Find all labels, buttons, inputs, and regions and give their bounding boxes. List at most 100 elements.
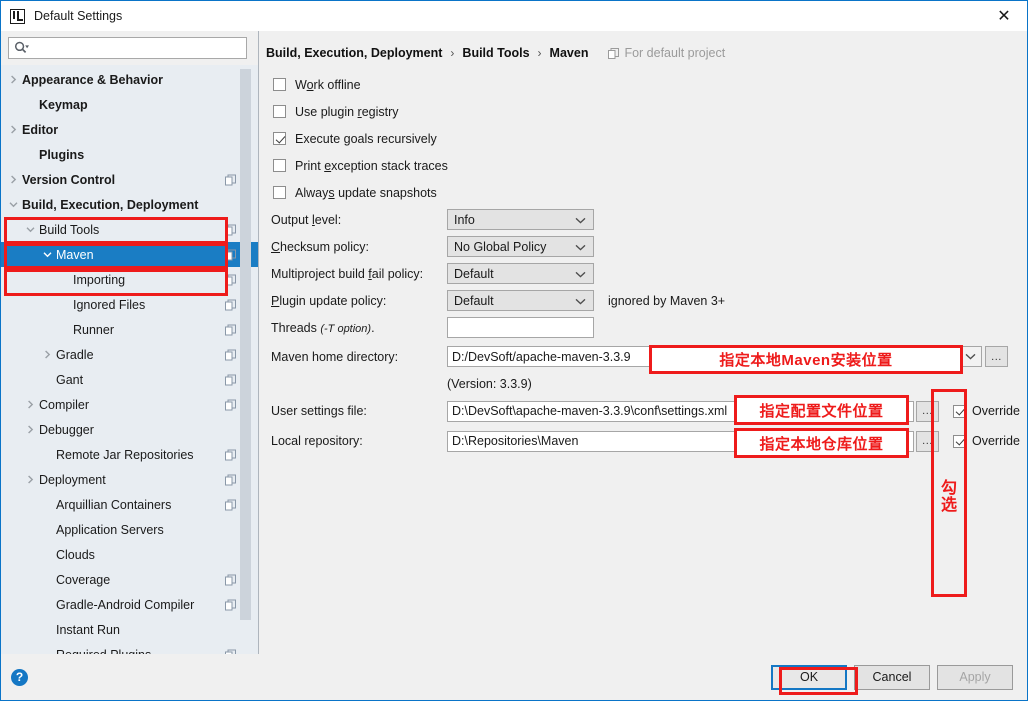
checkbox-row[interactable]: Always update snapshots (265, 179, 1027, 206)
copy-badge-icon (225, 449, 236, 460)
checkbox-always-update-snapshots[interactable] (273, 186, 286, 199)
checkbox-row[interactable]: Execute goals recursively (265, 125, 1027, 152)
chevron-down-icon (575, 217, 586, 224)
checkbox-print-exception-stack-traces[interactable] (273, 159, 286, 172)
sidebar-item-importing[interactable]: Importing (1, 267, 258, 292)
combo-value: Default (454, 266, 494, 281)
local-repository-override-label: Override (972, 434, 1020, 448)
sidebar-item-label: Gradle (56, 347, 94, 362)
sidebar-item-label: Editor (22, 122, 59, 137)
combo-multiproject-build-fail-policy[interactable]: Default (447, 263, 594, 284)
sidebar-item-build-execution-deployment[interactable]: Build, Execution, Deployment (1, 192, 258, 217)
copy-badge-icon (225, 499, 236, 510)
copy-badge-icon (225, 224, 236, 235)
sidebar-item-label: Clouds (56, 547, 95, 562)
chevron-right-icon (22, 425, 39, 434)
sidebar-item-ignored-files[interactable]: Ignored Files (1, 292, 258, 317)
sidebar-item-debugger[interactable]: Debugger (1, 417, 258, 442)
sidebar-item-build-tools[interactable]: Build Tools (1, 217, 258, 242)
sidebar-item-clouds[interactable]: Clouds (1, 542, 258, 567)
maven-home-browse-button[interactable]: ... (985, 346, 1008, 367)
chevron-down-icon (575, 240, 586, 254)
sidebar-scrollbar-thumb[interactable] (240, 69, 251, 620)
sidebar-item-gradle[interactable]: Gradle (1, 342, 258, 367)
annotation-check-line-1: 勾 (940, 480, 957, 497)
sidebar-item-label: Maven (56, 247, 94, 262)
chevron-right-icon (5, 125, 22, 134)
copy-badge-icon (225, 349, 236, 360)
sidebar-item-version-control[interactable]: Version Control (1, 167, 258, 192)
sidebar-item-appearance-behavior[interactable]: Appearance & Behavior (1, 67, 258, 92)
settings-sidebar: Appearance & Behavior Keymap Editor Plugins… (1, 31, 259, 654)
copy-badge-icon (225, 274, 236, 285)
user-settings-file-label: User settings file: (271, 404, 367, 418)
sidebar-item-remote-jar-repositories[interactable]: Remote Jar Repositories (1, 442, 258, 467)
combo-plugin-update-policy[interactable]: Default (447, 290, 594, 311)
sidebar-item-required-plugins[interactable]: Required Plugins (1, 642, 258, 654)
sidebar-item-label: Coverage (56, 572, 111, 587)
user-settings-file-row: User settings file: D:\DevSoft\apache-ma… (265, 396, 1027, 426)
copy-badge-icon (225, 174, 236, 185)
copy-badge-icon (225, 324, 236, 335)
copy-badge-icon (225, 274, 236, 285)
sidebar-item-label: Version Control (22, 172, 116, 187)
checkbox-row[interactable]: Print exception stack traces (265, 152, 1027, 179)
breadcrumb-item-0: Build, Execution, Deployment (266, 46, 443, 60)
search-box[interactable] (8, 37, 247, 59)
ok-button[interactable]: OK (771, 664, 847, 690)
checkbox-label: Use plugin registry (295, 104, 399, 119)
threads-input[interactable] (447, 317, 594, 338)
sidebar-item-coverage[interactable]: Coverage (1, 567, 258, 592)
help-icon[interactable]: ? (11, 668, 28, 686)
search-input[interactable] (32, 40, 241, 56)
chevron-right-icon (22, 475, 39, 484)
dialog-button-group: OK Cancel Apply (771, 664, 1013, 690)
sidebar-item-label: Runner (73, 322, 114, 337)
sidebar-item-compiler[interactable]: Compiler (1, 392, 258, 417)
cancel-button[interactable]: Cancel (854, 664, 930, 690)
chevron-down-icon (575, 271, 586, 278)
sidebar-item-maven[interactable]: Maven (1, 242, 258, 267)
search-container (1, 31, 258, 65)
copy-badge-icon (225, 474, 236, 485)
sidebar-item-label: Gant (56, 372, 84, 387)
sidebar-item-plugins[interactable]: Plugins (1, 142, 258, 167)
chevron-right-icon (39, 350, 56, 359)
sidebar-item-editor[interactable]: Editor (1, 117, 258, 142)
sidebar-item-gant[interactable]: Gant (1, 367, 258, 392)
checkbox-execute-goals-recursively[interactable] (273, 132, 286, 145)
copy-badge-icon (225, 299, 236, 310)
sidebar-item-deployment[interactable]: Deployment (1, 467, 258, 492)
combo-output-level[interactable]: Info (447, 209, 594, 230)
sidebar-item-application-servers[interactable]: Application Servers (1, 517, 258, 542)
combo-checksum-policy[interactable]: No Global Policy (447, 236, 594, 257)
maven-options-checkbox-list: Work offline Use plugin registry Execute g… (265, 71, 1027, 206)
copy-badge-icon (225, 574, 236, 585)
chevron-down-icon (39, 250, 56, 259)
copy-badge-icon (608, 47, 620, 59)
copy-badge-icon (225, 499, 236, 510)
breadcrumb-separator: › (450, 46, 455, 60)
copy-badge-icon (225, 574, 236, 585)
apply-button[interactable]: Apply (937, 664, 1013, 690)
chevron-down-icon (5, 200, 22, 209)
sidebar-item-label: Plugins (39, 147, 85, 162)
combo-row: Multiproject build fail policy: Default (265, 260, 1027, 287)
sidebar-item-arquillian-containers[interactable]: Arquillian Containers (1, 492, 258, 517)
threads-label-suffix: (-T option) (320, 322, 372, 335)
checkbox-row[interactable]: Work offline (265, 71, 1027, 98)
copy-badge-icon (225, 449, 236, 460)
threads-label: Threads (-T option). (271, 320, 375, 335)
breadcrumb-item-2: Maven (549, 46, 589, 60)
checkbox-use-plugin-registry[interactable] (273, 105, 286, 118)
checkbox-row[interactable]: Use plugin registry (265, 98, 1027, 125)
sidebar-item-keymap[interactable]: Keymap (1, 92, 258, 117)
sidebar-item-runner[interactable]: Runner (1, 317, 258, 342)
chevron-down-icon (575, 244, 586, 251)
close-icon[interactable]: ✕ (981, 1, 1027, 31)
sidebar-item-gradle-android-compiler[interactable]: Gradle-Android Compiler (1, 592, 258, 617)
sidebar-item-instant-run[interactable]: Instant Run (1, 617, 258, 642)
checkbox-label: Always update snapshots (295, 185, 437, 200)
checkbox-work-offline[interactable] (273, 78, 286, 91)
chevron-right-icon (5, 75, 22, 84)
